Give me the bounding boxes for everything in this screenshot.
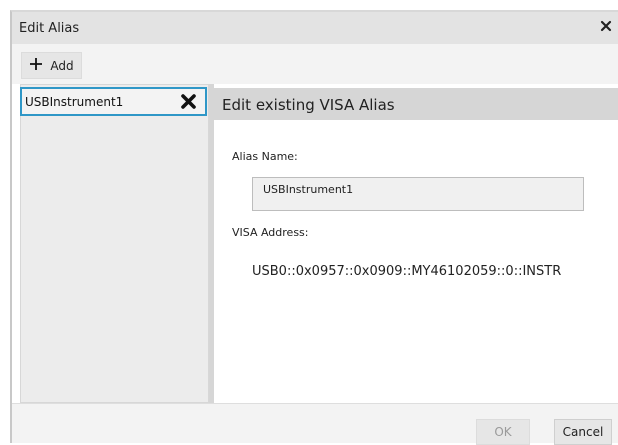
visa-address-label: VISA Address: [232, 226, 309, 239]
add-button-label: Add [50, 58, 74, 73]
close-icon[interactable] [600, 20, 612, 34]
alias-name-label: Alias Name: [232, 150, 298, 163]
delete-x-glyph [181, 94, 196, 109]
add-button[interactable]: Add [21, 52, 82, 79]
alias-list-item[interactable]: USBInstrument1 [20, 87, 207, 116]
alias-list-item-label: USBInstrument1 [25, 95, 124, 109]
plus-icon [29, 56, 43, 75]
delete-x-icon[interactable] [180, 93, 197, 110]
editor-title: Edit existing VISA Alias [222, 96, 395, 114]
dialog-title: Edit Alias [19, 21, 80, 36]
toolbar: Add [12, 44, 618, 84]
plus-icon-glyph [30, 57, 43, 70]
alias-editor-pane: Edit existing VISA Alias Alias Name: VIS… [214, 84, 618, 403]
visa-address-value: USB0::0x0957::0x0909::MY46102059::0::INS… [252, 264, 562, 279]
cancel-button[interactable]: Cancel [554, 419, 612, 445]
alias-list-pane [20, 84, 209, 403]
close-icon-glyph [600, 20, 612, 32]
dialog-titlebar: Edit Alias [12, 12, 618, 44]
dialog-footer: OK Cancel [12, 403, 618, 445]
edit-alias-dialog: Edit Alias Add USBInstrument1 Edit exist… [10, 10, 618, 445]
alias-name-field[interactable] [252, 177, 584, 211]
editor-header: Edit existing VISA Alias [214, 88, 618, 120]
ok-button[interactable]: OK [476, 419, 530, 445]
